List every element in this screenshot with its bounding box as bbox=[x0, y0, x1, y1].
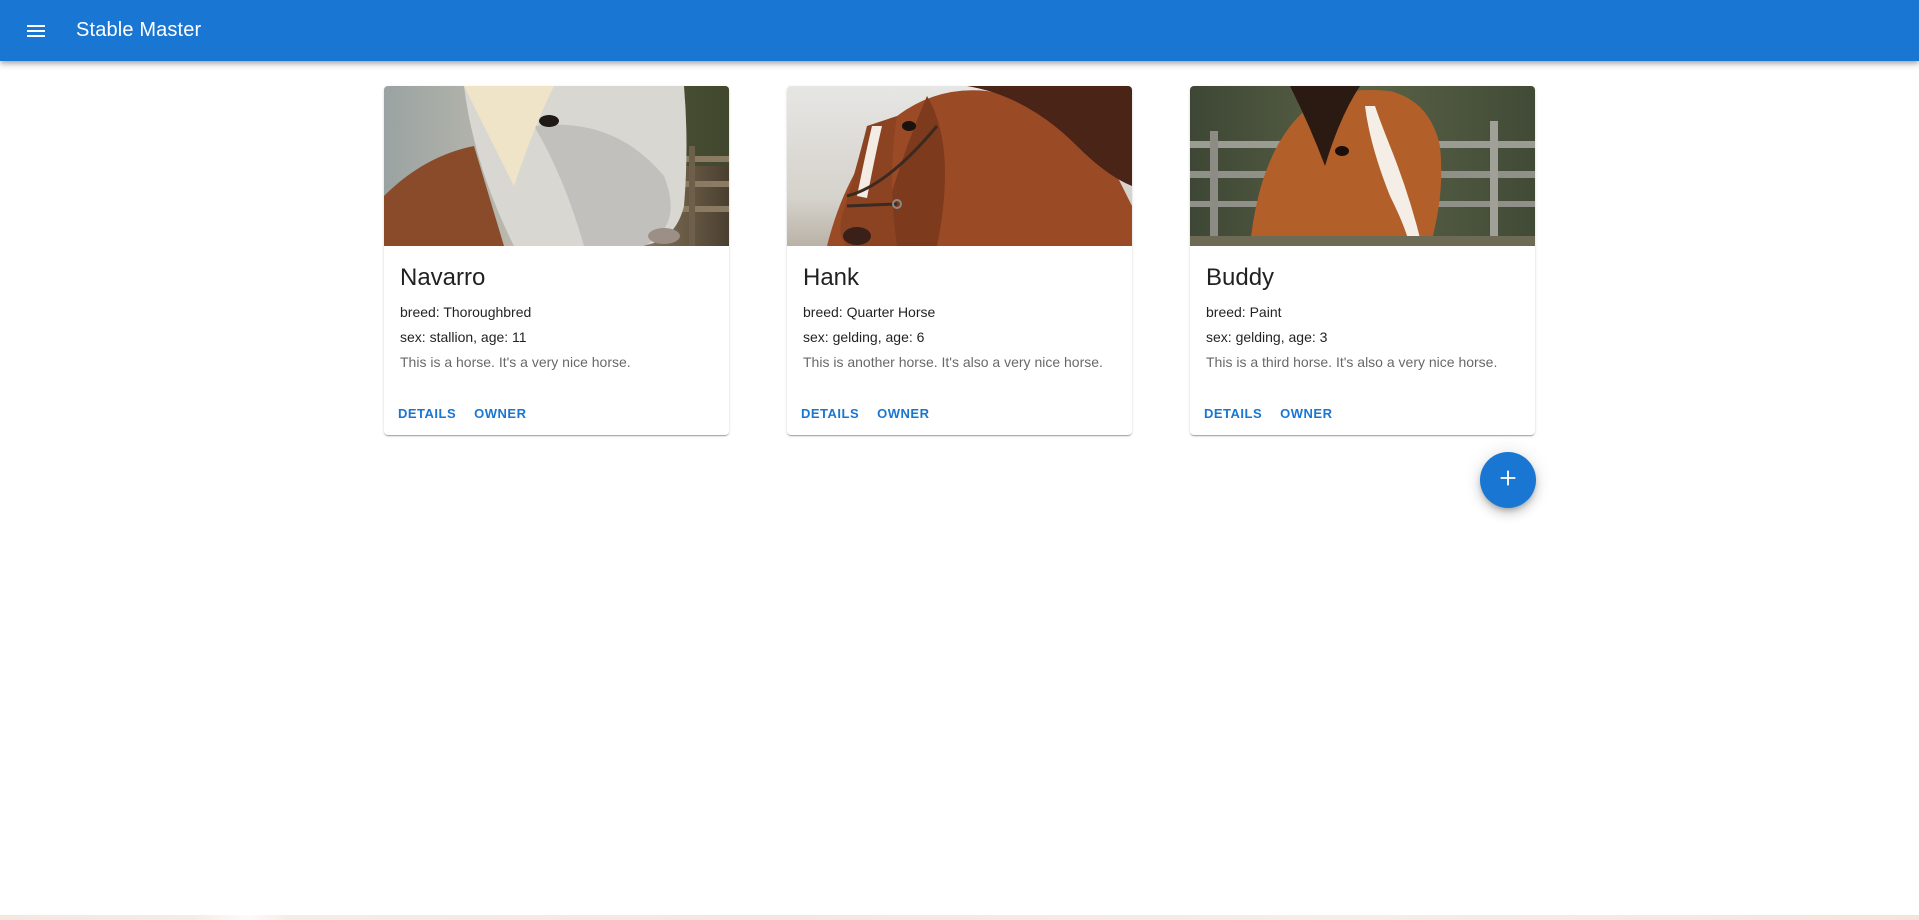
app-bar: Stable Master bbox=[0, 0, 1919, 61]
details-button[interactable]: DETAILS bbox=[795, 400, 865, 427]
horse-card-hank: Hank breed: Quarter Horse sex: gelding, … bbox=[787, 86, 1132, 435]
owner-button[interactable]: OWNER bbox=[468, 400, 532, 427]
details-button[interactable]: DETAILS bbox=[1198, 400, 1268, 427]
horse-sex-age: sex: stallion, age: 11 bbox=[400, 329, 527, 345]
add-horse-button[interactable] bbox=[1480, 452, 1536, 508]
bottom-edge-strip bbox=[0, 915, 1919, 920]
horse-sex-age: sex: gelding, age: 6 bbox=[803, 329, 925, 345]
horse-name: Hank bbox=[803, 264, 860, 291]
card-actions: DETAILS OWNER bbox=[787, 400, 944, 427]
owner-button[interactable]: OWNER bbox=[1274, 400, 1338, 427]
horse-photo bbox=[787, 86, 1132, 246]
owner-button[interactable]: OWNER bbox=[871, 400, 935, 427]
details-button[interactable]: DETAILS bbox=[392, 400, 462, 427]
card-actions: DETAILS OWNER bbox=[384, 400, 541, 427]
plus-icon bbox=[1497, 467, 1519, 494]
horse-breed: breed: Paint bbox=[1206, 304, 1282, 320]
horse-photo bbox=[1190, 86, 1535, 246]
horse-description: This is another horse. It's also a very … bbox=[803, 354, 1103, 370]
horse-sex-age: sex: gelding, age: 3 bbox=[1206, 329, 1328, 345]
horse-name: Buddy bbox=[1206, 264, 1275, 291]
hamburger-menu-icon bbox=[24, 19, 48, 43]
horse-breed: breed: Thoroughbred bbox=[400, 304, 532, 320]
horse-description: This is a third horse. It's also a very … bbox=[1206, 354, 1498, 370]
horse-card-buddy: Buddy breed: Paint sex: gelding, age: 3 … bbox=[1190, 86, 1535, 435]
menu-button[interactable] bbox=[12, 7, 60, 55]
horse-name: Navarro bbox=[400, 264, 486, 291]
horse-card-list: Navarro breed: Thoroughbred sex: stallio… bbox=[384, 86, 1535, 435]
app-title: Stable Master bbox=[76, 19, 202, 41]
horse-card-navarro: Navarro breed: Thoroughbred sex: stallio… bbox=[384, 86, 729, 435]
horse-description: This is a horse. It's a very nice horse. bbox=[400, 354, 631, 370]
card-actions: DETAILS OWNER bbox=[1190, 400, 1347, 427]
horse-breed: breed: Quarter Horse bbox=[803, 304, 936, 320]
horse-photo bbox=[384, 86, 729, 246]
